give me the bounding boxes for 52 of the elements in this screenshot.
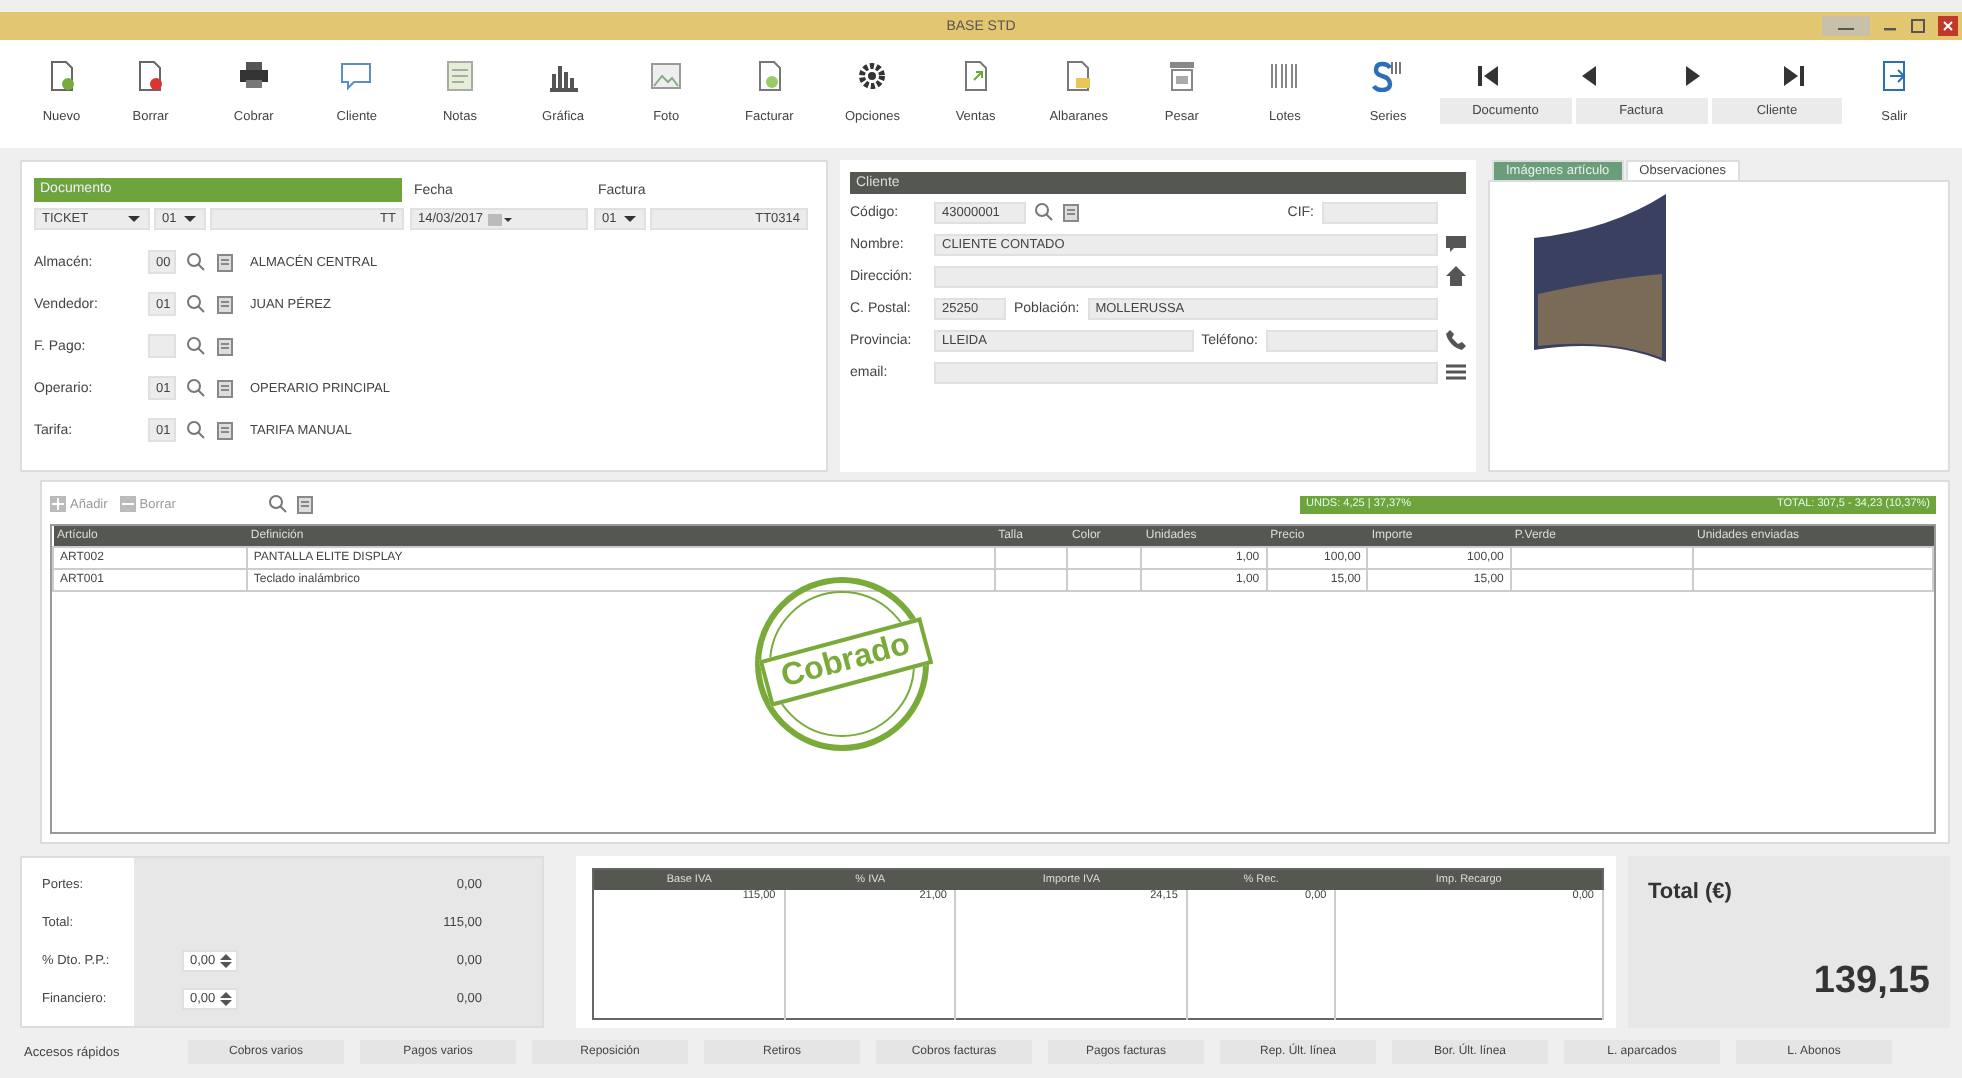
exit-icon [1878, 60, 1911, 92]
total-label: Total (€) [1648, 880, 1732, 904]
document-add-icon [45, 60, 78, 92]
maximize-icon[interactable] [1910, 18, 1926, 34]
list-icon[interactable] [1446, 362, 1466, 382]
document-delete-icon [134, 60, 167, 92]
total-amount: 139,15 [1813, 960, 1930, 1004]
note-icon [443, 60, 476, 92]
message-icon[interactable] [1446, 234, 1466, 254]
plus-icon [50, 496, 66, 512]
document-icon[interactable] [216, 295, 234, 313]
search-icon[interactable] [186, 378, 206, 398]
input-field[interactable] [934, 361, 1438, 383]
input-field[interactable] [148, 334, 176, 358]
document-icon[interactable] [216, 253, 234, 271]
printer-icon [237, 60, 270, 92]
search-icon[interactable] [186, 420, 206, 440]
spinner-arrows-icon [219, 990, 232, 1009]
bar-chart-icon [547, 60, 580, 92]
document-icon[interactable] [216, 421, 234, 439]
serial-number-icon [1372, 60, 1405, 92]
caret-icon [126, 211, 142, 227]
caret-icon [622, 211, 638, 227]
picture-icon [650, 60, 683, 92]
document-arrow-icon [959, 60, 992, 92]
input-field[interactable] [934, 265, 1438, 287]
settings-icon [856, 60, 889, 92]
close-icon[interactable] [1938, 16, 1958, 36]
last-icon [1778, 62, 1807, 90]
phone-icon[interactable] [1446, 330, 1466, 350]
caret-icon [182, 211, 198, 227]
home-icon[interactable] [1446, 266, 1466, 286]
speech-bubble-icon [340, 60, 373, 92]
stamp-text: Cobrado [758, 617, 934, 707]
document-icon[interactable] [216, 337, 234, 355]
document-box-icon [1062, 60, 1095, 92]
input-field[interactable] [1266, 329, 1438, 351]
input-field[interactable] [1322, 201, 1438, 223]
search-icon[interactable] [186, 294, 206, 314]
search-icon[interactable] [267, 494, 288, 514]
stamp-ring-icon [752, 574, 932, 754]
document-icon[interactable] [295, 495, 314, 513]
document-icon[interactable] [216, 379, 234, 397]
search-icon[interactable] [186, 336, 206, 356]
minimize-icon[interactable] [1822, 16, 1870, 36]
first-icon [1476, 62, 1504, 90]
minus-icon [119, 496, 136, 512]
spinner-arrows-icon [219, 952, 232, 971]
barcode-icon [1268, 60, 1301, 92]
search-icon[interactable] [186, 252, 206, 272]
search-icon[interactable] [1034, 202, 1054, 222]
document-icon[interactable] [1062, 203, 1080, 221]
